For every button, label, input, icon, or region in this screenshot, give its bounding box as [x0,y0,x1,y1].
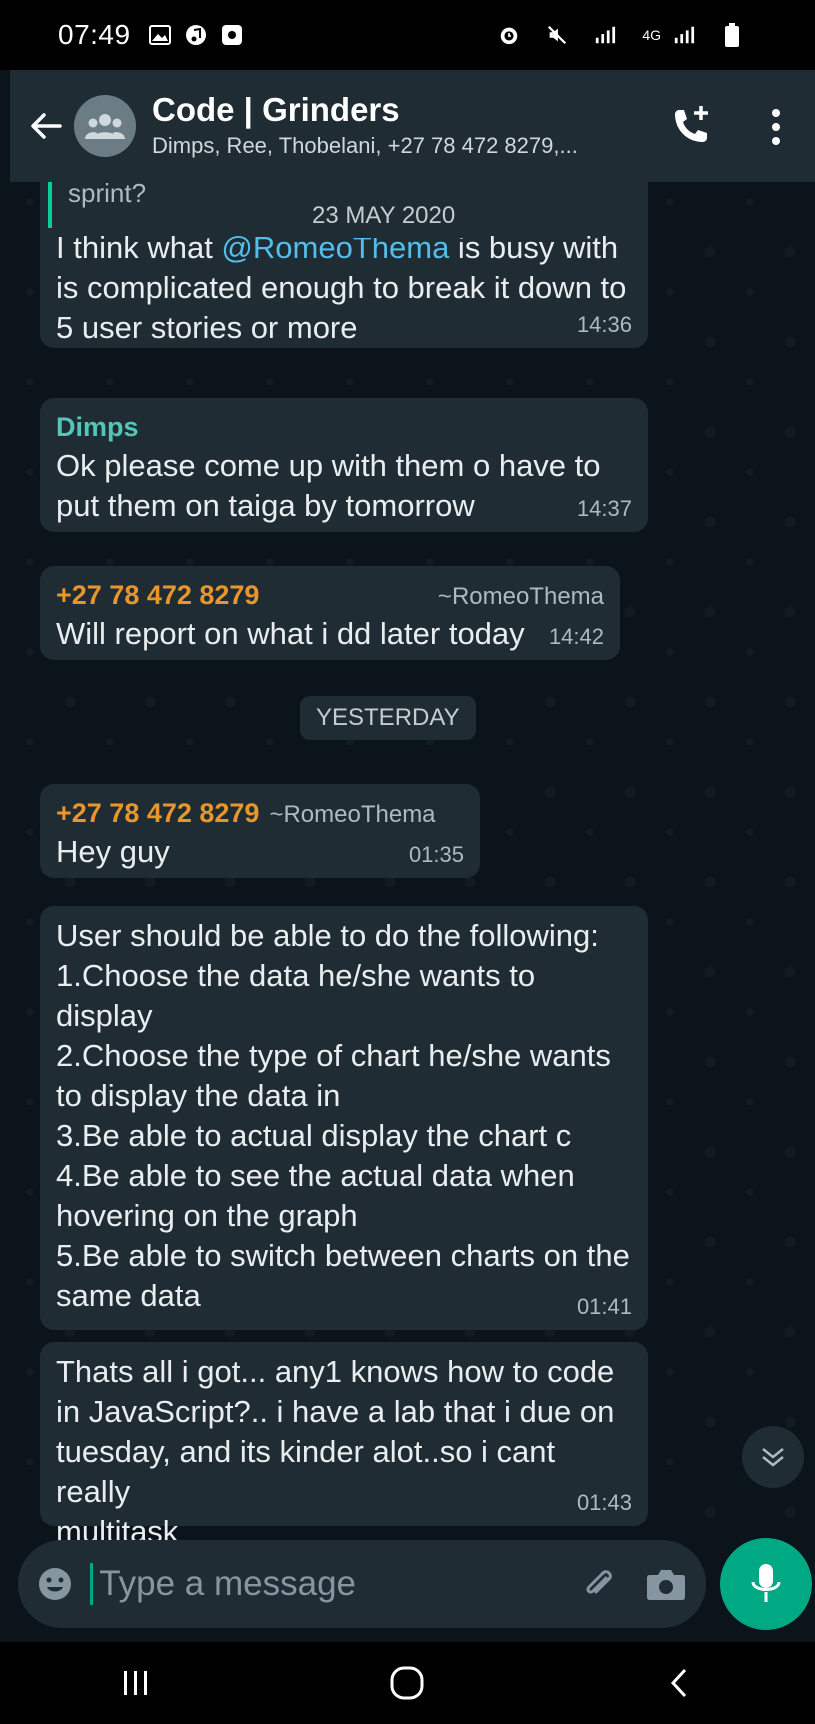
message-text: Thats all i got... any1 knows how to cod… [56,1354,615,1544]
status-bar: 07:49 4G [0,0,815,70]
group-name: Code | Grinders [152,91,400,128]
music-icon [185,24,207,46]
add-call-button[interactable] [665,102,715,152]
chat-title-area[interactable]: Code | Grinders Dimps, Ree, Thobelani, +… [152,90,622,162]
sender-alias: ~RomeoThema [437,583,604,610]
message-time: 01:43 [576,1490,632,1515]
message-bubble-4[interactable]: +27 78 472 8279 ~RomeoThema Hey guy 01:3… [40,784,480,878]
message-bubble-6[interactable]: Thats all i got... any1 knows how to cod… [40,1342,648,1544]
status-time: 07:49 [58,19,131,50]
sender-name[interactable]: +27 78 472 8279 [56,794,259,832]
phone-plus-icon [675,106,708,142]
notification-box-icon [221,24,243,46]
chevron-left-icon [671,1668,687,1698]
voice-message-button[interactable] [720,1538,812,1630]
sender-name[interactable]: +27 78 472 8279 [56,576,259,614]
sender-alias: ~RomeoThema [269,801,436,828]
group-avatar[interactable] [74,95,136,157]
message-time: 14:42 [548,624,604,649]
quoted-snippet: sprint? [68,182,147,208]
paperclip-icon [586,1570,612,1594]
signal-icon [594,24,616,46]
message-text: User should be able to do the following:… [56,918,630,1313]
emoji-icon [39,1568,72,1600]
chat-header: Code | Grinders Dimps, Ree, Thobelani, +… [10,70,815,182]
message-input[interactable] [90,1563,553,1605]
alarm-icon [498,24,520,46]
message-time: 01:35 [408,842,464,867]
camera-icon [647,1570,686,1600]
camera-button[interactable] [644,1561,688,1607]
message-bubble-5[interactable]: User should be able to do the following:… [40,906,648,1330]
chat-area[interactable]: sprint? I think what @RomeoThema is busy… [10,182,815,1544]
dot-icon [772,123,780,131]
sender-name[interactable]: Dimps [56,408,632,446]
quote-bar [48,182,52,228]
system-navigation-bar [0,1642,815,1724]
back-nav-button[interactable] [649,1653,709,1713]
attach-button[interactable] [576,1561,620,1607]
dot-icon [772,109,780,117]
gallery-icon [148,24,171,46]
message-text: Hey guy [56,834,170,869]
message-text: Will report on what i dd later today [56,616,525,651]
message-text: I think what @RomeoThema is busy with is… [56,230,627,345]
date-separator: 23 MAY 2020 [296,194,472,238]
message-time: 14:37 [576,496,632,521]
double-chevron-down-icon [762,1448,784,1467]
group-icon [85,114,125,139]
network-type-label: 4G [642,27,661,43]
date-separator: YESTERDAY [300,696,476,740]
message-composer [18,1540,706,1628]
mute-icon [546,24,568,46]
message-bubble-3[interactable]: +27 78 472 8279 ~RomeoThema Will report … [40,566,620,660]
signal-icon-2 [673,24,695,46]
scroll-to-bottom-button[interactable] [742,1426,804,1488]
more-options-button[interactable] [761,102,791,152]
back-button[interactable] [24,104,68,148]
battery-icon [721,23,743,47]
dot-icon [772,137,780,145]
emoji-button[interactable] [36,1564,74,1604]
message-text: Ok please come up with them o have to pu… [56,448,601,523]
home-button[interactable] [377,1653,437,1713]
recent-apps-icon [123,1671,147,1695]
home-icon [390,1666,424,1700]
message-time: 14:36 [576,312,632,337]
microphone-icon [751,1564,781,1602]
message-bubble-2[interactable]: Dimps Ok please come up with them o have… [40,398,648,532]
group-members: Dimps, Ree, Thobelani, +27 78 472 8279,.… [152,133,578,158]
recent-apps-button[interactable] [106,1653,166,1713]
arrow-left-icon [31,113,62,139]
message-time: 01:41 [576,1294,632,1319]
